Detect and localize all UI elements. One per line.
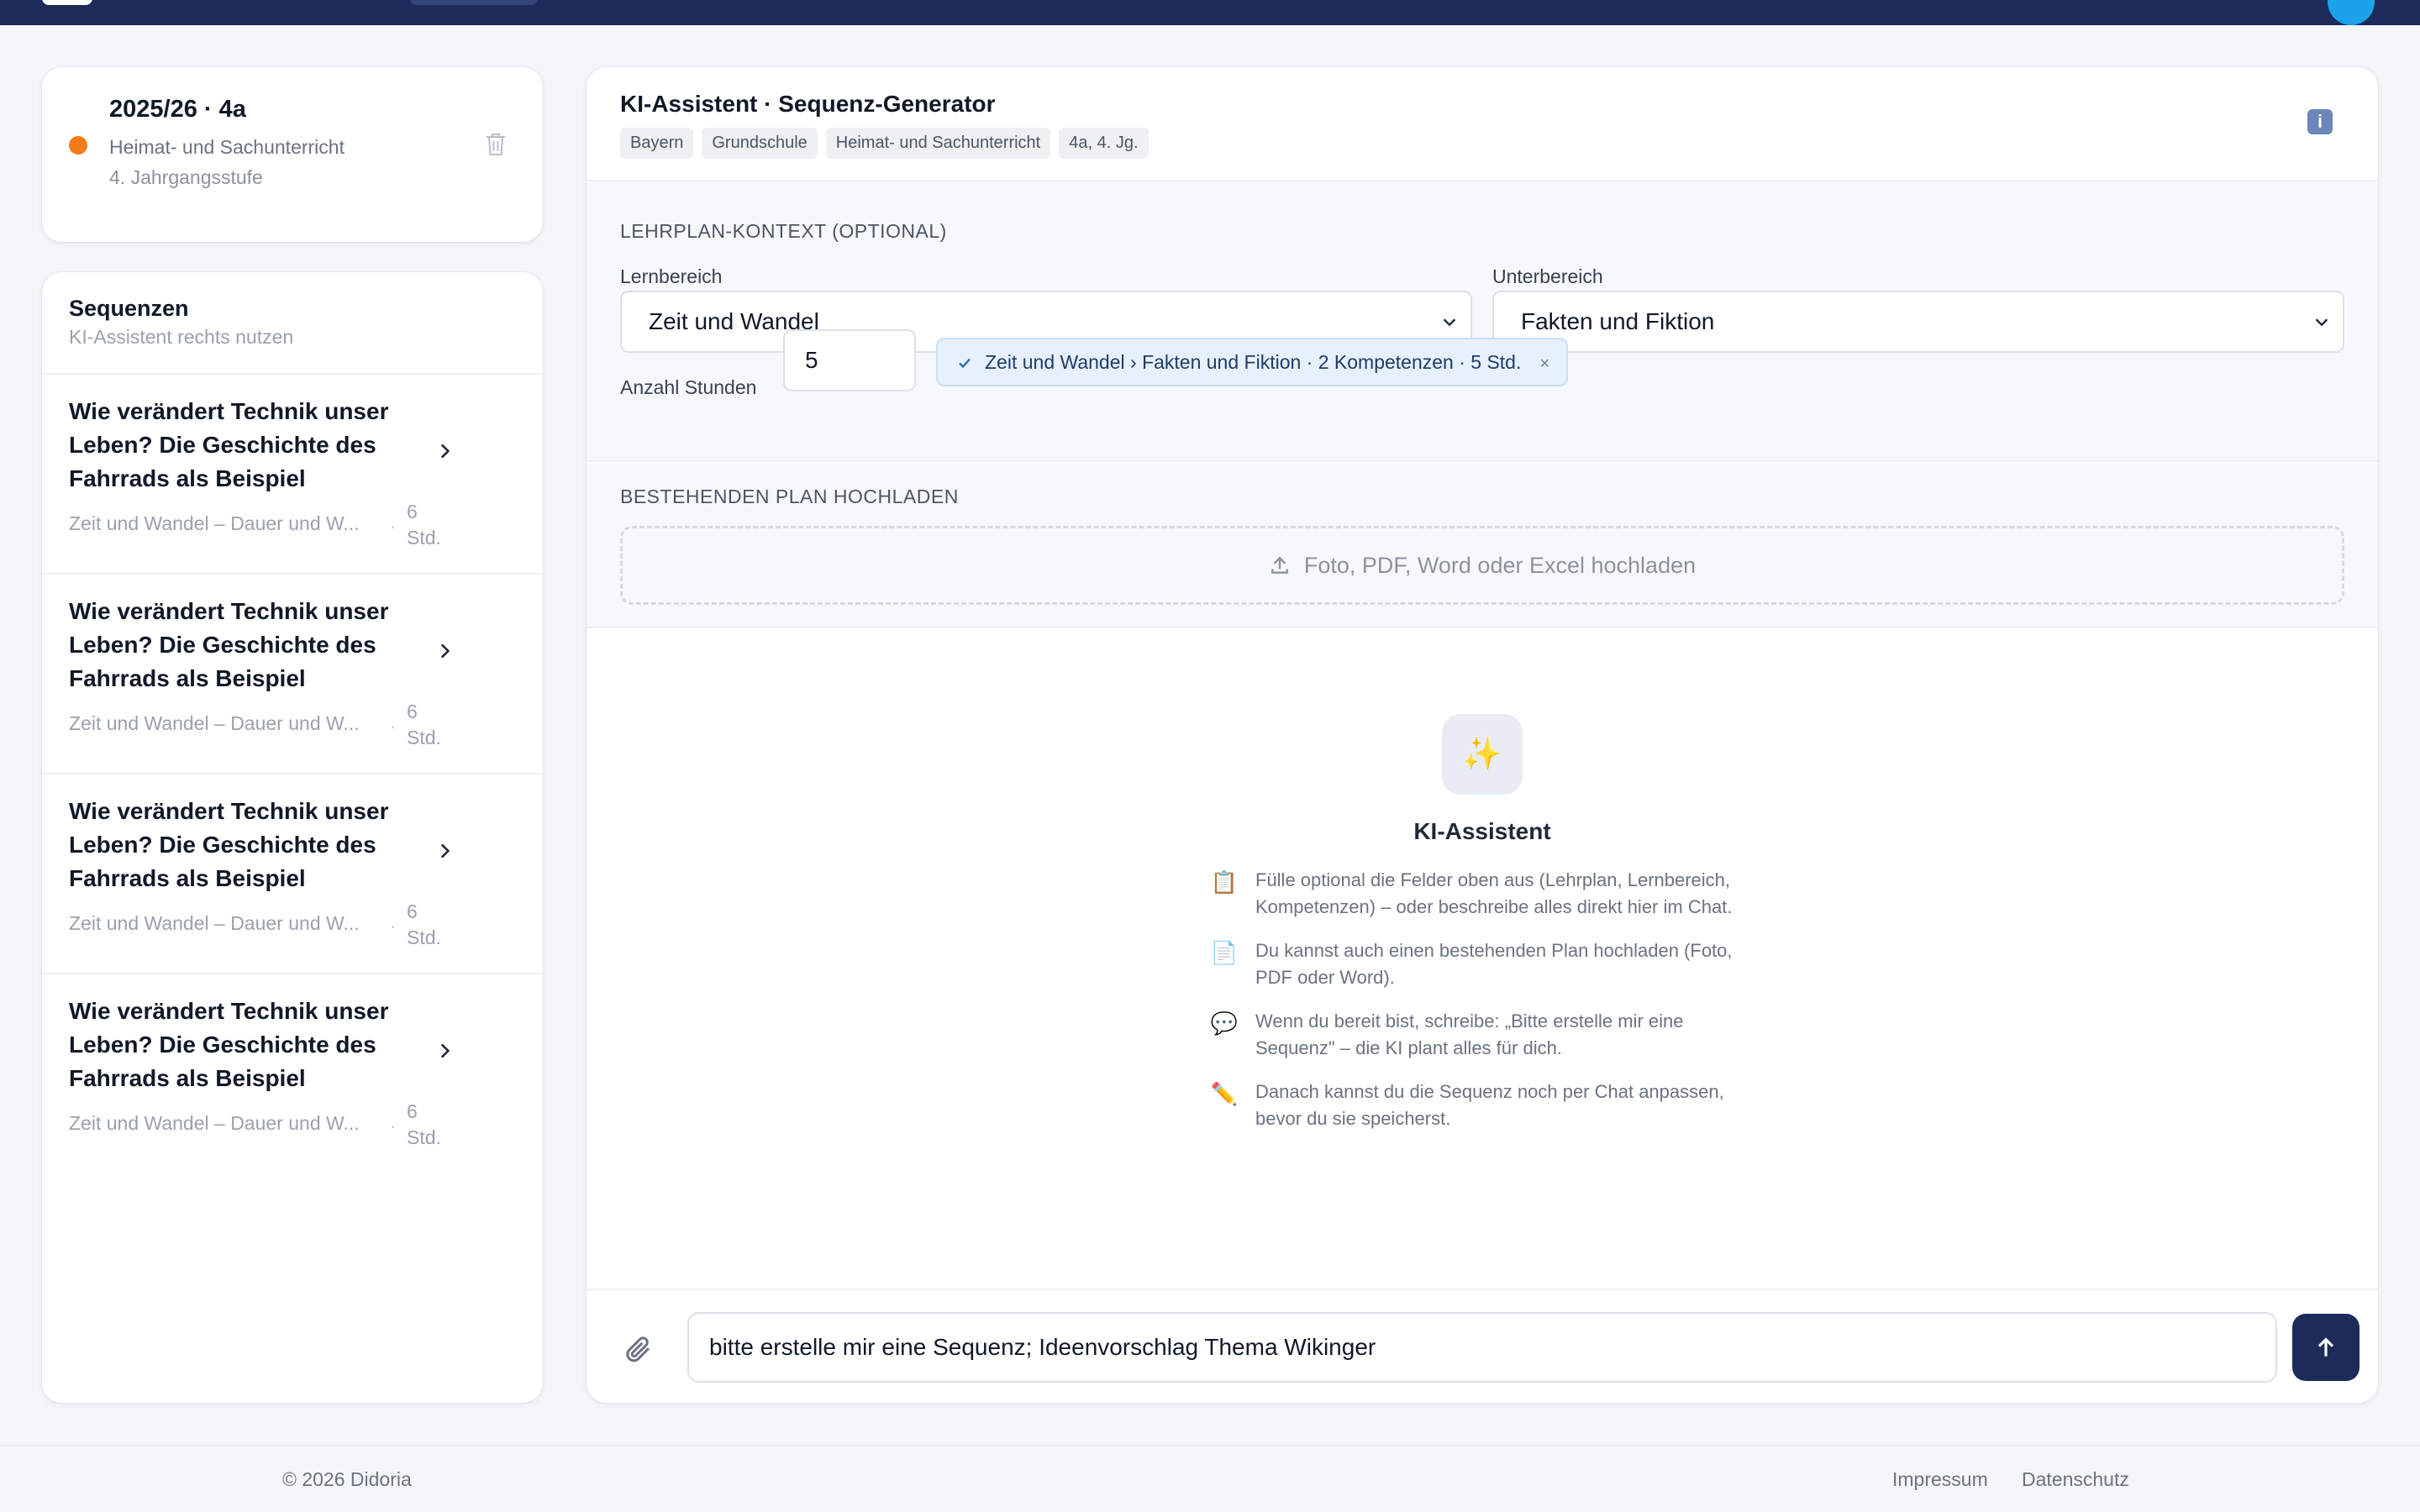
- sequence-hours: 6 Std.: [407, 701, 441, 748]
- sequence-meta: Zeit und Wandel – Dauer und W...: [69, 512, 360, 534]
- lernbereich-label: Lernbereich: [620, 265, 723, 287]
- datenschutz-link[interactable]: Datenschutz: [2022, 1468, 2129, 1491]
- trash-icon[interactable]: [484, 131, 508, 158]
- meta-separator: ·: [390, 516, 397, 537]
- chevron-down-icon: [2315, 318, 2328, 327]
- unterbereich-select[interactable]: Fakten und Fiktion: [1492, 291, 2344, 353]
- sequence-hours: 6 Std.: [407, 900, 441, 948]
- tip-text: Danach kannst du die Sequenz noch per Ch…: [1255, 1081, 1724, 1129]
- chevron-right-icon: [440, 643, 450, 659]
- chip-school-type: Grundschule: [702, 128, 818, 159]
- document-icon: 📄: [1210, 940, 1239, 965]
- chip-state: Bayern: [620, 128, 694, 159]
- close-icon[interactable]: ×: [1539, 354, 1549, 373]
- hours-input[interactable]: 5: [783, 329, 916, 391]
- tip-item: 💬 Wenn du bereit bist, schreibe: „Bitte e…: [1210, 1008, 1748, 1062]
- upload-section: BESTEHENDEN PLAN HOCHLADEN Foto, PDF, Wo…: [587, 464, 2378, 628]
- arrow-up-icon: [2317, 1337, 2334, 1357]
- hours-label: Anzahl Stunden: [620, 376, 757, 398]
- upload-dropzone[interactable]: Foto, PDF, Word oder Excel hochladen: [620, 526, 2344, 605]
- unterbereich-value: Fakten und Fiktion: [1521, 308, 1715, 334]
- sequence-meta: Zeit und Wandel – Dauer und W...: [69, 912, 360, 934]
- sequence-title: Wie verändert Technik unser Leben? Die G…: [69, 998, 389, 1091]
- meta-separator: ·: [390, 716, 397, 737]
- sequence-meta: Zeit und Wandel – Dauer und W...: [69, 1112, 360, 1134]
- sequence-title: Wie verändert Technik unser Leben? Die G…: [69, 398, 389, 491]
- dropzone-text: Foto, PDF, Word oder Excel hochladen: [1303, 553, 1697, 578]
- check-icon: [959, 358, 971, 369]
- class-title: 2025/26 · 4a: [109, 96, 246, 123]
- sequence-list-item[interactable]: Wie verändert Technik unser Leben? Die G…: [42, 973, 543, 1173]
- class-card[interactable]: 2025/26 · 4a Heimat- und Sachunterricht …: [42, 67, 543, 242]
- tip-item: ✏️ Danach kannst du die Sequenz noch per …: [1210, 1079, 1748, 1132]
- pencil-icon: ✏️: [1210, 1081, 1239, 1106]
- summary-text: Zeit und Wandel › Fakten und Fiktion · 2…: [985, 351, 1522, 373]
- sequences-heading: Sequenzen: [69, 296, 189, 321]
- assistant-tips: 📋 Fülle optional die Felder oben aus (Leh…: [1210, 867, 1748, 1149]
- sequence-meta: Zeit und Wandel – Dauer und W...: [69, 712, 360, 734]
- sequence-hours: 6 Std.: [407, 1100, 441, 1148]
- chip-class: 4a, 4. Jg.: [1059, 128, 1149, 159]
- class-grade: 4. Jahrgangsstufe: [109, 166, 263, 188]
- assistant-title: KI-Assistent: [1413, 818, 1551, 844]
- tip-item: 📋 Fülle optional die Felder oben aus (Leh…: [1210, 867, 1748, 921]
- tip-text: Du kannst auch einen bestehenden Plan ho…: [1255, 940, 1733, 988]
- clipboard-icon: 📋: [1210, 869, 1239, 895]
- meta-separator: ·: [390, 1116, 397, 1137]
- chevron-right-icon: [440, 1043, 450, 1058]
- tip-text: Fülle optional die Felder oben aus (Lehr…: [1255, 869, 1733, 917]
- tip-text: Wenn du bereit bist, schreibe: „Bitte er…: [1255, 1011, 1684, 1058]
- section-label: LEHRPLAN-KONTEXT (OPTIONAL): [620, 220, 947, 242]
- chevron-right-icon: [440, 444, 450, 459]
- sequence-list-item[interactable]: Wie verändert Technik unser Leben? Die G…: [42, 573, 543, 773]
- unterbereich-label: Unterbereich: [1492, 265, 1603, 287]
- impressum-link[interactable]: Impressum: [1892, 1468, 1988, 1491]
- curriculum-context-section: LEHRPLAN-KONTEXT (OPTIONAL) Lernbereich …: [587, 180, 2378, 462]
- footer: © 2026 Didoria Impressum Datenschutz: [0, 1445, 2420, 1512]
- section-label: BESTEHENDEN PLAN HOCHLADEN: [620, 486, 959, 507]
- chevron-down-icon: [1443, 318, 1456, 327]
- sequence-title: Wie verändert Technik unser Leben? Die G…: [69, 598, 389, 691]
- sequences-panel: Sequenzen KI-Assistent rechts nutzen Wie…: [42, 272, 543, 1403]
- app-logo[interactable]: [42, 0, 92, 5]
- chat-composer: bitte erstelle mir eine Sequenz; Ideenvo…: [587, 1289, 2378, 1403]
- user-avatar[interactable]: [2328, 0, 2375, 25]
- send-button[interactable]: [2292, 1314, 2360, 1381]
- chip-subject: Heimat- und Sachunterricht: [825, 128, 1051, 159]
- sequence-generator-panel: KI-Assistent · Sequenz-Generator Bayern …: [587, 67, 2378, 1403]
- nav-tab-active[interactable]: [410, 0, 538, 5]
- top-navbar: [0, 0, 2420, 25]
- sequence-list-item[interactable]: Wie verändert Technik unser Leben? Die G…: [42, 773, 543, 973]
- sequences-hint: KI-Assistent rechts nutzen: [69, 326, 294, 348]
- sequence-list-item[interactable]: Wie verändert Technik unser Leben? Die G…: [42, 373, 543, 573]
- class-color-dot: [69, 136, 87, 155]
- context-chips: Bayern Grundschule Heimat- und Sachunter…: [620, 128, 1149, 159]
- class-subject: Heimat- und Sachunterricht: [109, 136, 345, 158]
- chevron-right-icon: [440, 843, 450, 858]
- tip-item: 📄 Du kannst auch einen bestehenden Plan h…: [1210, 937, 1748, 991]
- paperclip-icon[interactable]: [623, 1332, 654, 1366]
- meta-separator: ·: [390, 916, 397, 937]
- panel-title: KI-Assistent · Sequenz-Generator: [620, 91, 996, 117]
- upload-icon: [1271, 556, 1288, 574]
- info-icon[interactable]: i: [2307, 109, 2333, 134]
- sparkles-icon: ✨: [1442, 714, 1523, 795]
- sequence-hours: 6 Std.: [407, 501, 441, 549]
- copyright: © 2026 Didoria: [282, 1468, 412, 1490]
- selection-summary-chip: Zeit und Wandel › Fakten und Fiktion · 2…: [936, 338, 1569, 386]
- chat-input[interactable]: bitte erstelle mir eine Sequenz; Ideenvo…: [687, 1312, 2277, 1383]
- sequence-title: Wie verändert Technik unser Leben? Die G…: [69, 798, 389, 891]
- speech-bubble-icon: 💬: [1210, 1011, 1239, 1036]
